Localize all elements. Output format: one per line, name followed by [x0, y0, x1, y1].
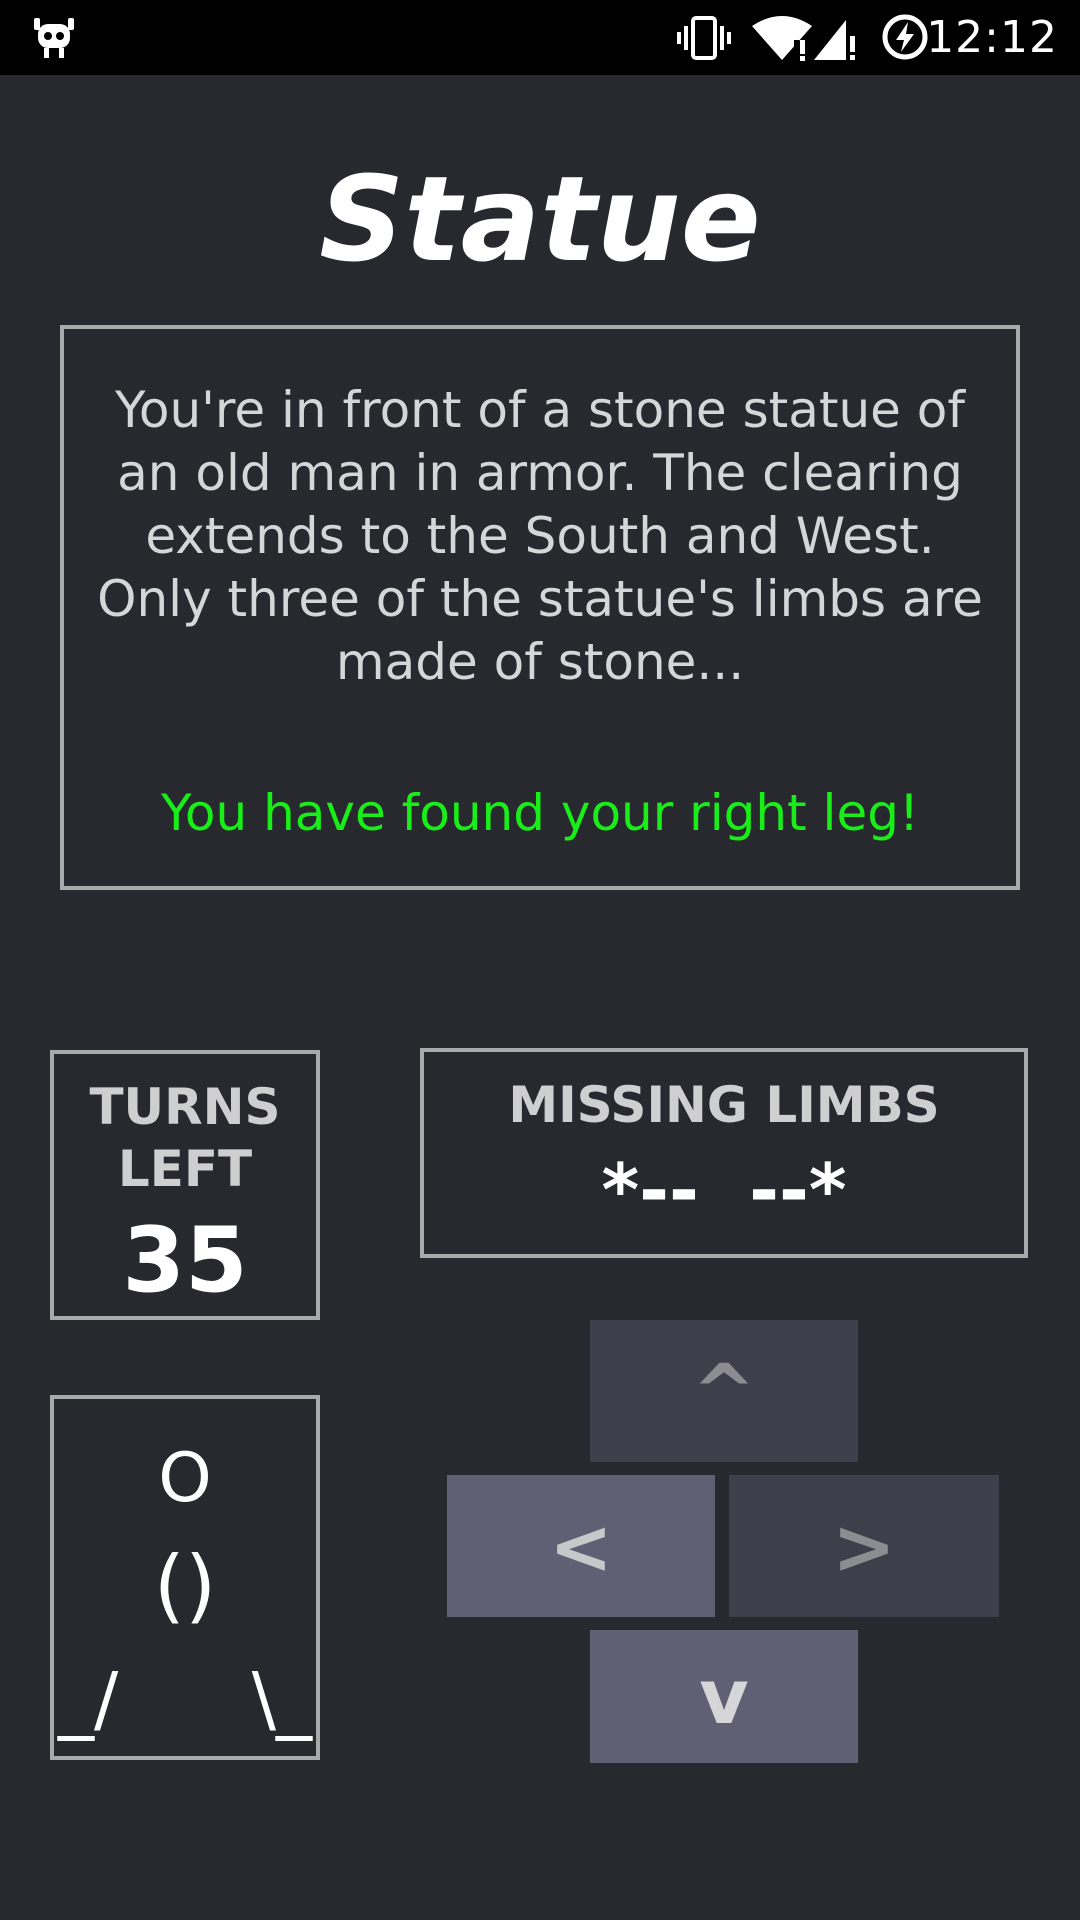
move-east-button[interactable]: > [729, 1475, 999, 1617]
missing-limbs-value: *-- --* [601, 1148, 847, 1232]
turns-left-value: 35 [122, 1208, 248, 1313]
turns-left-panel: TURNS LEFT 35 [50, 1050, 320, 1320]
clock: 12:12 [926, 12, 1058, 63]
figure-legs: _/ \_ [58, 1657, 312, 1741]
figure-body: () [153, 1539, 217, 1632]
room-description: You're in front of a stone statue of an … [97, 381, 983, 691]
status-bar: 12:12 [0, 0, 1080, 75]
signal-icon [814, 20, 855, 60]
turns-left-label: TURNS LEFT [89, 1078, 281, 1198]
missing-limbs-panel: MISSING LIMBS *-- --* [420, 1048, 1028, 1258]
battery-saver-icon [882, 14, 928, 60]
vibrate-icon [677, 16, 731, 60]
wifi-icon [752, 16, 812, 61]
description-panel: You're in front of a stone statue of an … [60, 325, 1020, 890]
found-message: You have found your right leg! [161, 784, 919, 842]
figure-head: O [158, 1439, 212, 1518]
figure-right-leg: \_ [251, 1657, 312, 1741]
page-title: Statue [319, 150, 761, 288]
move-west-button[interactable]: < [447, 1475, 715, 1617]
game-screen: 12:12 Statue You're in front of a stone … [0, 0, 1080, 1920]
character-figure: O () _/ \_ [50, 1395, 320, 1760]
figure-left-leg: _/ [58, 1657, 119, 1741]
cyanogenmod-icon [34, 18, 74, 58]
move-north-button[interactable]: ^ [590, 1320, 858, 1462]
move-south-button[interactable]: v [590, 1630, 858, 1763]
missing-limbs-label: MISSING LIMBS [508, 1076, 940, 1134]
